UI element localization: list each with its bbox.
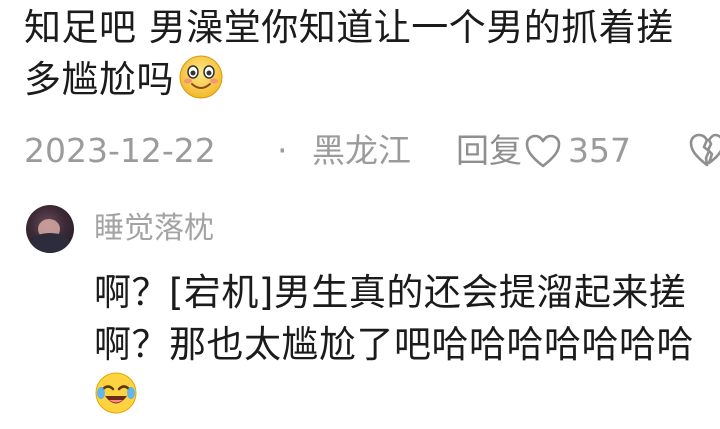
- avatar-hair: [30, 233, 70, 253]
- laugh-cry-emoji-icon: [94, 371, 138, 415]
- reply-text: 啊？[宕机]男生真的还会提溜起来搓啊？那也太尴尬了吧哈哈哈哈哈哈哈: [94, 271, 694, 366]
- reply-comment: 睡觉落枕 啊？[宕机]男生真的还会提溜起来搓啊？那也太尴尬了吧哈哈哈哈哈哈哈: [0, 195, 720, 414]
- avatar[interactable]: [26, 205, 74, 253]
- heart-outline-icon: [525, 134, 561, 168]
- meta-separator: ·: [277, 131, 288, 170]
- dislike-button[interactable]: [687, 130, 720, 184]
- reply-text-block: 啊？[宕机]男生真的还会提溜起来搓啊？那也太尴尬了吧哈哈哈哈哈哈哈: [94, 267, 714, 423]
- like-count: 357: [568, 131, 631, 170]
- comment-text: 知足吧 男澡堂你知道让一个男的抓着搓多尴尬吗: [24, 6, 674, 101]
- broken-heart-icon: [689, 133, 720, 167]
- like-button[interactable]: 357: [524, 126, 631, 176]
- comment-text-block: 知足吧 男澡堂你知道让一个男的抓着搓多尴尬吗: [24, 2, 704, 106]
- comment-location: 黑龙江: [312, 131, 411, 170]
- reply-username[interactable]: 睡觉落枕: [94, 209, 214, 249]
- comment-meta: 2023-12-22 · 黑龙江 回复 357: [24, 126, 720, 176]
- comment-date: 2023-12-22: [24, 131, 216, 170]
- blush-smile-emoji-icon: [178, 54, 224, 100]
- reply-button[interactable]: 回复: [456, 126, 522, 176]
